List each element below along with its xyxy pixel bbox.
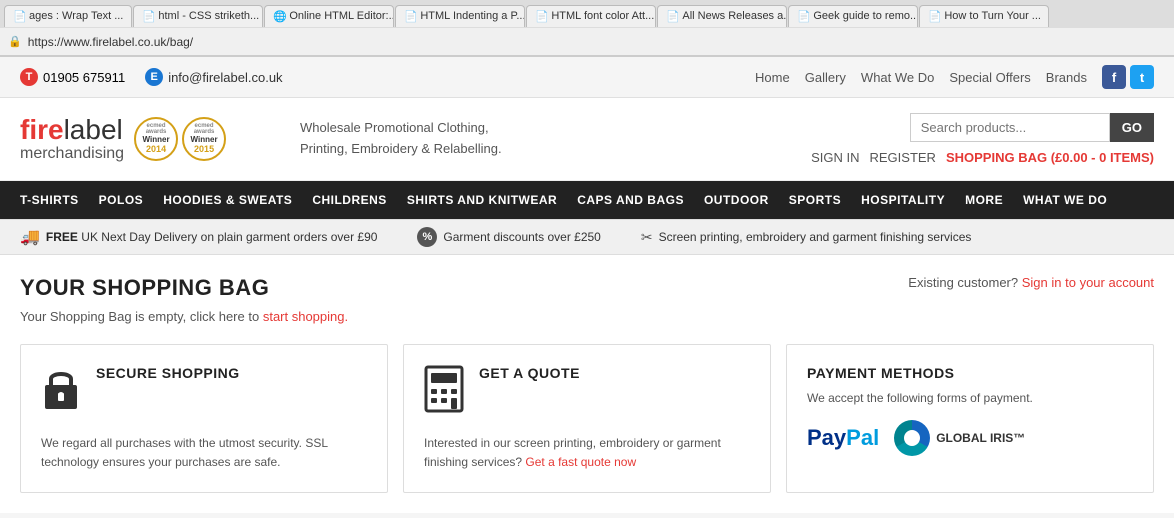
- tab-4[interactable]: 📄 HTML Indenting a P...: [395, 5, 525, 27]
- logo-label: label: [64, 114, 123, 145]
- secure-shopping-text: We regard all purchases with the utmost …: [41, 434, 367, 472]
- payment-title: PAYMENT METHODS: [807, 365, 1133, 381]
- nav-polos[interactable]: POLOS: [89, 181, 154, 219]
- page: T 01905 675911 E info@firelabel.co.uk Ho…: [0, 57, 1174, 513]
- nav-more[interactable]: MORE: [955, 181, 1013, 219]
- card-secure-header: SECURE SHOPPING: [41, 365, 367, 422]
- page-title: YOUR SHOPPING BAG: [20, 275, 269, 301]
- cards-row: SECURE SHOPPING We regard all purchases …: [20, 344, 1154, 493]
- nav-sports[interactable]: SPORTS: [779, 181, 851, 219]
- info-bar: 🚚 FREE UK Next Day Delivery on plain gar…: [0, 219, 1174, 255]
- payment-methods-card: PAYMENT METHODS We accept the following …: [786, 344, 1154, 493]
- logo[interactable]: firelabel merchandising: [20, 115, 124, 164]
- phone-number: 01905 675911: [43, 70, 125, 85]
- paypal-logo: PayPal: [807, 425, 879, 451]
- content-header: YOUR SHOPPING BAG Existing customer? Sig…: [20, 275, 1154, 301]
- award-2014: ecmed awards Winner 2014: [134, 117, 178, 161]
- email-contact: E info@firelabel.co.uk: [145, 68, 282, 86]
- nav-what-we-do[interactable]: What We Do: [861, 70, 934, 85]
- sign-in-link[interactable]: SIGN IN: [811, 150, 859, 165]
- header: firelabel merchandising ecmed awards Win…: [0, 98, 1174, 181]
- twitter-icon[interactable]: t: [1130, 65, 1154, 89]
- info-services: ✂ Screen printing, embroidery and garmen…: [641, 229, 972, 246]
- payment-logos: PayPal GLOBAL IRIS™: [807, 420, 1133, 456]
- info-discounts: % Garment discounts over £250: [417, 227, 600, 247]
- get-quote-title: GET A QUOTE: [479, 365, 580, 381]
- address-bar[interactable]: 🔒 https://www.firelabel.co.uk/bag/: [0, 28, 1174, 56]
- nav-home[interactable]: Home: [755, 70, 790, 85]
- tab-5[interactable]: 📄 HTML font color Att...: [526, 5, 656, 27]
- phone-contact: T 01905 675911: [20, 68, 125, 86]
- account-bar: SIGN IN REGISTER SHOPPING BAG (£0.00 - 0…: [811, 150, 1154, 165]
- global-iris-logo: GLOBAL IRIS™: [894, 420, 1025, 456]
- existing-customer: Existing customer? Sign in to your accou…: [908, 275, 1154, 290]
- tab-1[interactable]: 📄 ages : Wrap Text ...: [4, 5, 132, 27]
- nav-hoodies[interactable]: HOODIES & SWEATS: [153, 181, 302, 219]
- search-input[interactable]: [910, 113, 1110, 142]
- search-bar: GO: [910, 113, 1154, 142]
- discount-text: Garment discounts over £250: [443, 230, 600, 244]
- nav-hospitality[interactable]: HOSPITALITY: [851, 181, 955, 219]
- payment-text: We accept the following forms of payment…: [807, 389, 1133, 408]
- secure-shopping-title: SECURE SHOPPING: [96, 365, 240, 381]
- register-link[interactable]: REGISTER: [869, 150, 935, 165]
- nav-childrens[interactable]: CHILDRENS: [302, 181, 397, 219]
- secure-icon: 🔒: [8, 35, 22, 48]
- tab-7[interactable]: 📄 Geek guide to remo...: [788, 5, 918, 27]
- get-quote-card: GET A QUOTE Interested in our screen pri…: [403, 344, 771, 493]
- nav-outdoor[interactable]: OUTDOOR: [694, 181, 779, 219]
- calculator-icon: [424, 365, 464, 422]
- nav-brands[interactable]: Brands: [1046, 70, 1087, 85]
- start-shopping-link[interactable]: start shopping.: [263, 309, 348, 324]
- delivery-text: FREE UK Next Day Delivery on plain garme…: [46, 230, 378, 244]
- content: YOUR SHOPPING BAG Existing customer? Sig…: [0, 255, 1174, 513]
- header-right: GO SIGN IN REGISTER SHOPPING BAG (£0.00 …: [811, 113, 1154, 165]
- logo-fire: fire: [20, 114, 64, 145]
- email-link[interactable]: info@firelabel.co.uk: [168, 70, 282, 85]
- bag-message: Your Shopping Bag is empty, click here t…: [20, 309, 1154, 324]
- email-badge: E: [145, 68, 163, 86]
- tab-3[interactable]: 🌐 Online HTML Editor:...: [264, 5, 394, 27]
- tab-8[interactable]: 📄 How to Turn Your ...: [919, 5, 1049, 27]
- phone-badge: T: [20, 68, 38, 86]
- logo-area: firelabel merchandising ecmed awards Win…: [20, 115, 280, 164]
- contact-info: T 01905 675911 E info@firelabel.co.uk: [20, 68, 283, 86]
- services-text: Screen printing, embroidery and garment …: [659, 230, 972, 244]
- tab-6[interactable]: 📄 All News Releases a...: [657, 5, 787, 27]
- get-quote-text: Interested in our screen printing, embro…: [424, 434, 750, 472]
- main-nav: T-SHIRTS POLOS HOODIES & SWEATS CHILDREN…: [0, 181, 1174, 219]
- truck-icon: 🚚: [20, 227, 40, 247]
- percent-icon: %: [417, 227, 437, 247]
- logo-merch: merchandising: [20, 145, 124, 163]
- sign-in-account-link[interactable]: Sign in to your account: [1022, 275, 1154, 290]
- shopping-bag-link[interactable]: SHOPPING BAG (£0.00 - 0 ITEMS): [946, 150, 1154, 165]
- header-tagline: Wholesale Promotional Clothing, Printing…: [300, 118, 791, 160]
- nav-shirts-knitwear[interactable]: SHIRTS AND KNITWEAR: [397, 181, 567, 219]
- nav-special-offers[interactable]: Special Offers: [949, 70, 1030, 85]
- tagline-line1: Wholesale Promotional Clothing,: [300, 118, 791, 139]
- facebook-icon[interactable]: f: [1102, 65, 1126, 89]
- search-button[interactable]: GO: [1110, 113, 1154, 142]
- award-badges: ecmed awards Winner 2014 ecmed awards Wi…: [134, 117, 226, 161]
- top-bar: T 01905 675911 E info@firelabel.co.uk Ho…: [0, 57, 1174, 98]
- tab-2[interactable]: 📄 html - CSS striketh...: [133, 5, 263, 27]
- info-delivery: 🚚 FREE UK Next Day Delivery on plain gar…: [20, 227, 377, 247]
- url-text: https://www.firelabel.co.uk/bag/: [28, 35, 193, 49]
- nav-gallery[interactable]: Gallery: [805, 70, 846, 85]
- wrench-icon: ✂: [641, 229, 653, 246]
- nav-what-we-do-main[interactable]: WHAT WE DO: [1013, 181, 1117, 219]
- fast-quote-link[interactable]: Get a fast quote now: [525, 455, 636, 469]
- iris-circle-icon: [894, 420, 930, 456]
- tabs-bar: 📄 ages : Wrap Text ... 📄 html - CSS stri…: [0, 0, 1174, 28]
- card-quote-header: GET A QUOTE: [424, 365, 750, 422]
- top-nav: Home Gallery What We Do Special Offers B…: [755, 65, 1154, 89]
- secure-shopping-card: SECURE SHOPPING We regard all purchases …: [20, 344, 388, 493]
- social-icons: f t: [1102, 65, 1154, 89]
- tagline-line2: Printing, Embroidery & Relabelling.: [300, 139, 791, 160]
- lock-icon: [41, 365, 81, 422]
- nav-caps-bags[interactable]: CAPS AND BAGS: [567, 181, 694, 219]
- nav-tshirts[interactable]: T-SHIRTS: [10, 181, 89, 219]
- award-2015: ecmed awards Winner 2015: [182, 117, 226, 161]
- browser-chrome: 📄 ages : Wrap Text ... 📄 html - CSS stri…: [0, 0, 1174, 57]
